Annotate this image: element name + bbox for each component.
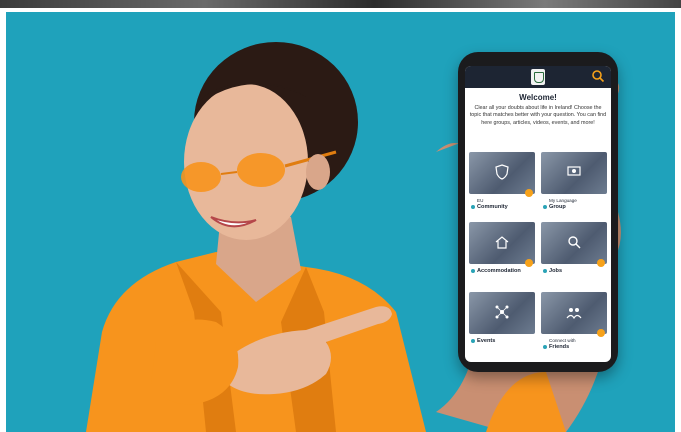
magnifier-icon [568,236,581,249]
network-icon [495,305,509,319]
tile-label: Events [477,338,496,344]
people-icon [567,166,581,176]
tile-thumbnail [541,152,607,194]
tile-thumbnail [541,292,607,337]
crest-logo-icon [531,69,545,85]
tile-label: Jobs [549,268,563,274]
welcome-title: Welcome! [519,93,557,102]
tile-label: Community [477,204,508,210]
tile-label: Accommodation [477,268,521,274]
app-header [465,66,611,88]
search-icon[interactable] [591,69,605,83]
accent-dot [597,259,605,267]
intro-text: Clear all your doubts about life in Irel… [469,105,607,126]
accent-dot [597,329,605,337]
tile-jobs[interactable]: Jobs [541,222,607,284]
tile-thumbnail [469,152,535,197]
tile-events[interactable]: Events [469,292,535,354]
smartphone: Welcome! Clear all your doubts about lif… [458,52,618,372]
accent-dot [525,259,533,267]
phone-screen: Welcome! Clear all your doubts about lif… [465,66,611,362]
friends-icon [566,308,582,320]
tile-thumbnail [469,292,535,334]
tile-accommodation[interactable]: Accommodation [469,222,535,284]
tile-thumbnail [469,222,535,267]
promo-banner: Welcome! Clear all your doubts about lif… [6,12,675,432]
shield-icon [495,164,509,180]
tile-friends[interactable]: Connect with Friends [541,292,607,354]
tile-thumbnail [541,222,607,267]
top-photo-strip [0,0,681,8]
tile-label: Friends [549,344,570,350]
tile-community[interactable]: EU Community [469,152,535,214]
tile-label: Group [549,204,566,210]
tile-group[interactable]: My Language Group [541,152,607,214]
accent-dot [525,189,533,197]
house-icon [495,236,509,249]
